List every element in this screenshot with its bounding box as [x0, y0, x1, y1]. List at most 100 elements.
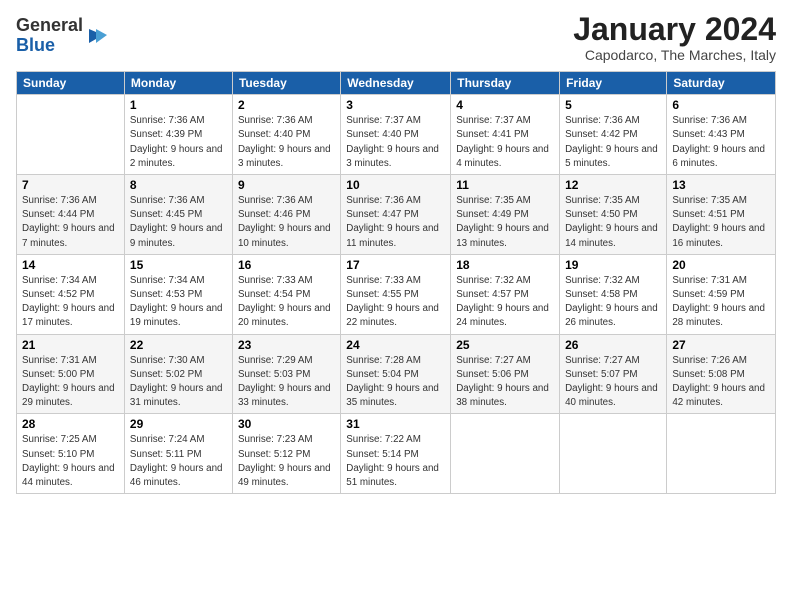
day-number: 3 — [346, 98, 445, 112]
day-number: 10 — [346, 178, 445, 192]
day-number: 14 — [22, 258, 119, 272]
logo-general: General — [16, 15, 83, 35]
day-info: Sunrise: 7:36 AM Sunset: 4:42 PM Dayligh… — [565, 114, 661, 171]
day-number: 18 — [456, 258, 554, 272]
table-row: 4 Sunrise: 7:37 AM Sunset: 4:41 PM Daylig… — [451, 95, 560, 175]
header: General Blue January 2024 Capodarco, The… — [16, 12, 776, 63]
day-number: 21 — [22, 338, 119, 352]
header-row: Sunday Monday Tuesday Wednesday Thursday… — [17, 72, 776, 95]
day-info: Sunrise: 7:25 AM Sunset: 5:10 PM Dayligh… — [22, 433, 119, 490]
day-info: Sunrise: 7:36 AM Sunset: 4:46 PM Dayligh… — [238, 194, 335, 251]
logo-blue: Blue — [16, 35, 55, 55]
day-info: Sunrise: 7:26 AM Sunset: 5:08 PM Dayligh… — [672, 354, 770, 411]
table-row — [17, 95, 125, 175]
day-number: 12 — [565, 178, 661, 192]
day-number: 8 — [130, 178, 227, 192]
table-row — [451, 414, 560, 494]
location: Capodarco, The Marches, Italy — [573, 47, 776, 63]
table-row: 28 Sunrise: 7:25 AM Sunset: 5:10 PM Dayli… — [17, 414, 125, 494]
col-thursday: Thursday — [451, 72, 560, 95]
table-row: 30 Sunrise: 7:23 AM Sunset: 5:12 PM Dayli… — [232, 414, 340, 494]
day-number: 11 — [456, 178, 554, 192]
day-number: 25 — [456, 338, 554, 352]
day-number: 1 — [130, 98, 227, 112]
day-number: 27 — [672, 338, 770, 352]
table-row: 20 Sunrise: 7:31 AM Sunset: 4:59 PM Dayli… — [667, 254, 776, 334]
table-row: 31 Sunrise: 7:22 AM Sunset: 5:14 PM Dayli… — [341, 414, 451, 494]
table-row: 8Sunrise: 7:36 AM Sunset: 4:45 PM Daylig… — [124, 175, 232, 255]
logo-text: General Blue — [16, 16, 83, 56]
day-number: 4 — [456, 98, 554, 112]
day-info: Sunrise: 7:32 AM Sunset: 4:58 PM Dayligh… — [565, 274, 661, 331]
day-number: 30 — [238, 417, 335, 431]
day-info: Sunrise: 7:24 AM Sunset: 5:11 PM Dayligh… — [130, 433, 227, 490]
table-row: 3 Sunrise: 7:37 AM Sunset: 4:40 PM Daylig… — [341, 95, 451, 175]
table-row: 7Sunrise: 7:36 AM Sunset: 4:44 PM Daylig… — [17, 175, 125, 255]
day-number: 2 — [238, 98, 335, 112]
col-monday: Monday — [124, 72, 232, 95]
day-info: Sunrise: 7:31 AM Sunset: 5:00 PM Dayligh… — [22, 354, 119, 411]
day-info: Sunrise: 7:28 AM Sunset: 5:04 PM Dayligh… — [346, 354, 445, 411]
day-info: Sunrise: 7:33 AM Sunset: 4:55 PM Dayligh… — [346, 274, 445, 331]
day-info: Sunrise: 7:32 AM Sunset: 4:57 PM Dayligh… — [456, 274, 554, 331]
table-row: 27 Sunrise: 7:26 AM Sunset: 5:08 PM Dayli… — [667, 334, 776, 414]
day-number: 29 — [130, 417, 227, 431]
table-row: 16Sunrise: 7:33 AM Sunset: 4:54 PM Dayli… — [232, 254, 340, 334]
day-number: 24 — [346, 338, 445, 352]
calendar-week-row: 1 Sunrise: 7:36 AM Sunset: 4:39 PM Daylig… — [17, 95, 776, 175]
day-info: Sunrise: 7:36 AM Sunset: 4:39 PM Dayligh… — [130, 114, 227, 171]
table-row: 5 Sunrise: 7:36 AM Sunset: 4:42 PM Daylig… — [560, 95, 667, 175]
day-info: Sunrise: 7:23 AM Sunset: 5:12 PM Dayligh… — [238, 433, 335, 490]
day-info: Sunrise: 7:36 AM Sunset: 4:40 PM Dayligh… — [238, 114, 335, 171]
day-info: Sunrise: 7:30 AM Sunset: 5:02 PM Dayligh… — [130, 354, 227, 411]
col-wednesday: Wednesday — [341, 72, 451, 95]
table-row: 12Sunrise: 7:35 AM Sunset: 4:50 PM Dayli… — [560, 175, 667, 255]
day-number: 20 — [672, 258, 770, 272]
col-sunday: Sunday — [17, 72, 125, 95]
col-tuesday: Tuesday — [232, 72, 340, 95]
table-row: 1 Sunrise: 7:36 AM Sunset: 4:39 PM Daylig… — [124, 95, 232, 175]
day-number: 28 — [22, 417, 119, 431]
table-row: 26Sunrise: 7:27 AM Sunset: 5:07 PM Dayli… — [560, 334, 667, 414]
table-row: 10Sunrise: 7:36 AM Sunset: 4:47 PM Dayli… — [341, 175, 451, 255]
day-number: 9 — [238, 178, 335, 192]
day-info: Sunrise: 7:36 AM Sunset: 4:43 PM Dayligh… — [672, 114, 770, 171]
table-row: 11 Sunrise: 7:35 AM Sunset: 4:49 PM Dayli… — [451, 175, 560, 255]
table-row: 22 Sunrise: 7:30 AM Sunset: 5:02 PM Dayli… — [124, 334, 232, 414]
calendar-page: General Blue January 2024 Capodarco, The… — [0, 0, 792, 612]
day-number: 15 — [130, 258, 227, 272]
table-row — [560, 414, 667, 494]
day-info: Sunrise: 7:31 AM Sunset: 4:59 PM Dayligh… — [672, 274, 770, 331]
day-number: 19 — [565, 258, 661, 272]
day-number: 6 — [672, 98, 770, 112]
day-info: Sunrise: 7:34 AM Sunset: 4:53 PM Dayligh… — [130, 274, 227, 331]
day-number: 17 — [346, 258, 445, 272]
col-friday: Friday — [560, 72, 667, 95]
day-number: 5 — [565, 98, 661, 112]
day-info: Sunrise: 7:35 AM Sunset: 4:49 PM Dayligh… — [456, 194, 554, 251]
day-number: 16 — [238, 258, 335, 272]
day-info: Sunrise: 7:29 AM Sunset: 5:03 PM Dayligh… — [238, 354, 335, 411]
day-number: 31 — [346, 417, 445, 431]
table-row: 21 Sunrise: 7:31 AM Sunset: 5:00 PM Dayli… — [17, 334, 125, 414]
table-row: 6 Sunrise: 7:36 AM Sunset: 4:43 PM Daylig… — [667, 95, 776, 175]
table-row: 13 Sunrise: 7:35 AM Sunset: 4:51 PM Dayli… — [667, 175, 776, 255]
table-row: 9 Sunrise: 7:36 AM Sunset: 4:46 PM Daylig… — [232, 175, 340, 255]
logo: General Blue — [16, 16, 107, 56]
table-row: 15 Sunrise: 7:34 AM Sunset: 4:53 PM Dayli… — [124, 254, 232, 334]
table-row: 25 Sunrise: 7:27 AM Sunset: 5:06 PM Dayli… — [451, 334, 560, 414]
day-number: 23 — [238, 338, 335, 352]
calendar-week-row: 21 Sunrise: 7:31 AM Sunset: 5:00 PM Dayli… — [17, 334, 776, 414]
day-info: Sunrise: 7:37 AM Sunset: 4:40 PM Dayligh… — [346, 114, 445, 171]
day-info: Sunrise: 7:22 AM Sunset: 5:14 PM Dayligh… — [346, 433, 445, 490]
table-row: 2 Sunrise: 7:36 AM Sunset: 4:40 PM Daylig… — [232, 95, 340, 175]
day-number: 22 — [130, 338, 227, 352]
table-row: 23 Sunrise: 7:29 AM Sunset: 5:03 PM Dayli… — [232, 334, 340, 414]
table-row: 19 Sunrise: 7:32 AM Sunset: 4:58 PM Dayli… — [560, 254, 667, 334]
day-info: Sunrise: 7:35 AM Sunset: 4:51 PM Dayligh… — [672, 194, 770, 251]
day-number: 13 — [672, 178, 770, 192]
calendar-week-row: 7Sunrise: 7:36 AM Sunset: 4:44 PM Daylig… — [17, 175, 776, 255]
day-info: Sunrise: 7:37 AM Sunset: 4:41 PM Dayligh… — [456, 114, 554, 171]
day-info: Sunrise: 7:27 AM Sunset: 5:06 PM Dayligh… — [456, 354, 554, 411]
table-row: 29 Sunrise: 7:24 AM Sunset: 5:11 PM Dayli… — [124, 414, 232, 494]
